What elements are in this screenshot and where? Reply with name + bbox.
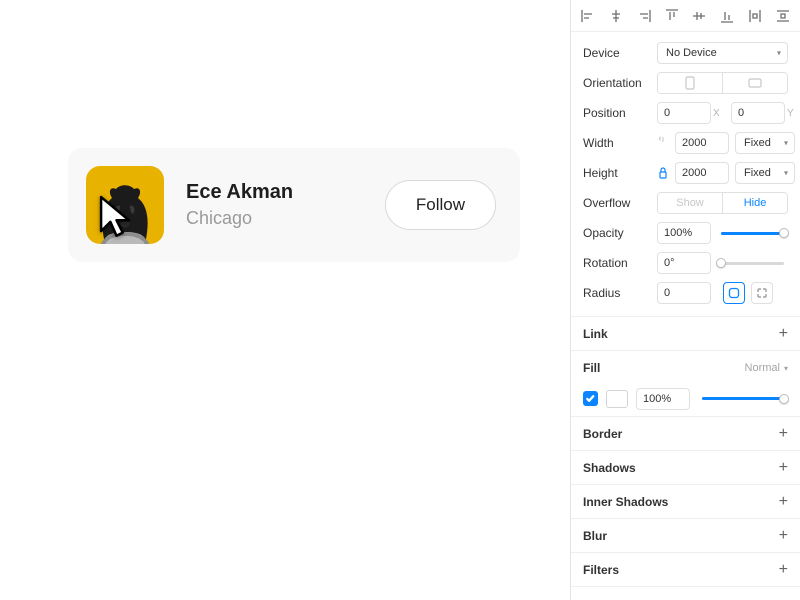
orientation-segment[interactable] (657, 72, 788, 94)
label-position: Position (583, 106, 651, 120)
link-top-icon (657, 136, 669, 150)
width-mode-dropdown[interactable]: Fixed▾ (735, 132, 795, 154)
radius-individual-icon[interactable] (751, 282, 773, 304)
plus-icon[interactable]: + (779, 527, 788, 545)
plus-icon[interactable]: + (779, 561, 788, 579)
opacity-input[interactable] (657, 222, 711, 244)
section-filters[interactable]: Filters + (571, 553, 800, 587)
overflow-hide-button[interactable]: Hide (722, 193, 787, 213)
profile-location: Chicago (186, 207, 363, 230)
section-fill-header[interactable]: Fill Normal ▾ (571, 351, 800, 385)
align-center-h-icon[interactable] (605, 5, 627, 27)
align-top-icon[interactable] (661, 5, 683, 27)
position-x-input[interactable] (657, 102, 711, 124)
section-border[interactable]: Border + (571, 417, 800, 451)
inspector-panel: Device No Device ▾ Orientation Position … (570, 0, 800, 600)
label-overflow: Overflow (583, 196, 651, 210)
label-radius: Radius (583, 286, 651, 300)
align-right-icon[interactable] (633, 5, 655, 27)
align-toolbar (571, 0, 800, 32)
section-inner-shadows[interactable]: Inner Shadows + (571, 485, 800, 519)
plus-icon[interactable]: + (779, 459, 788, 477)
profile-card[interactable]: Ece Akman Chicago Follow (68, 148, 520, 262)
orientation-portrait-icon[interactable] (658, 73, 722, 93)
aspect-lock-icon[interactable] (657, 166, 669, 180)
plus-icon[interactable]: + (779, 425, 788, 443)
section-blur[interactable]: Blur + (571, 519, 800, 553)
overflow-show-button[interactable]: Show (658, 193, 722, 213)
distribute-v-icon[interactable] (772, 5, 794, 27)
align-center-v-icon[interactable] (689, 5, 711, 27)
position-y-input[interactable] (731, 102, 785, 124)
label-width: Width (583, 136, 651, 150)
avatar[interactable] (86, 166, 164, 244)
canvas: Ece Akman Chicago Follow (0, 0, 570, 600)
width-input[interactable] (675, 132, 729, 154)
plus-icon[interactable]: + (779, 325, 788, 343)
profile-name: Ece Akman (186, 180, 363, 205)
fill-opacity-input[interactable] (636, 388, 690, 410)
opacity-slider[interactable] (717, 222, 788, 244)
align-left-icon[interactable] (577, 5, 599, 27)
label-opacity: Opacity (583, 226, 651, 240)
label-rotation: Rotation (583, 256, 651, 270)
align-bottom-icon[interactable] (716, 5, 738, 27)
label-height: Height (583, 166, 651, 180)
height-input[interactable] (675, 162, 729, 184)
rotation-slider[interactable] (717, 252, 788, 274)
fill-color-swatch[interactable] (606, 390, 628, 408)
radius-input[interactable] (657, 282, 711, 304)
rotation-input[interactable] (657, 252, 711, 274)
fill-opacity-slider[interactable] (698, 388, 788, 410)
height-mode-dropdown[interactable]: Fixed▾ (735, 162, 795, 184)
section-link[interactable]: Link + (571, 317, 800, 351)
fill-enabled-checkbox[interactable] (583, 391, 598, 406)
overflow-segment[interactable]: Show Hide (657, 192, 788, 214)
label-device: Device (583, 46, 651, 60)
plus-icon[interactable]: + (779, 493, 788, 511)
orientation-landscape-icon[interactable] (722, 73, 787, 93)
label-orientation: Orientation (583, 76, 651, 90)
section-shadows[interactable]: Shadows + (571, 451, 800, 485)
radius-uniform-icon[interactable] (723, 282, 745, 304)
follow-button[interactable]: Follow (385, 180, 496, 230)
profile-text: Ece Akman Chicago (186, 180, 363, 230)
device-dropdown[interactable]: No Device ▾ (657, 42, 788, 64)
distribute-h-icon[interactable] (744, 5, 766, 27)
